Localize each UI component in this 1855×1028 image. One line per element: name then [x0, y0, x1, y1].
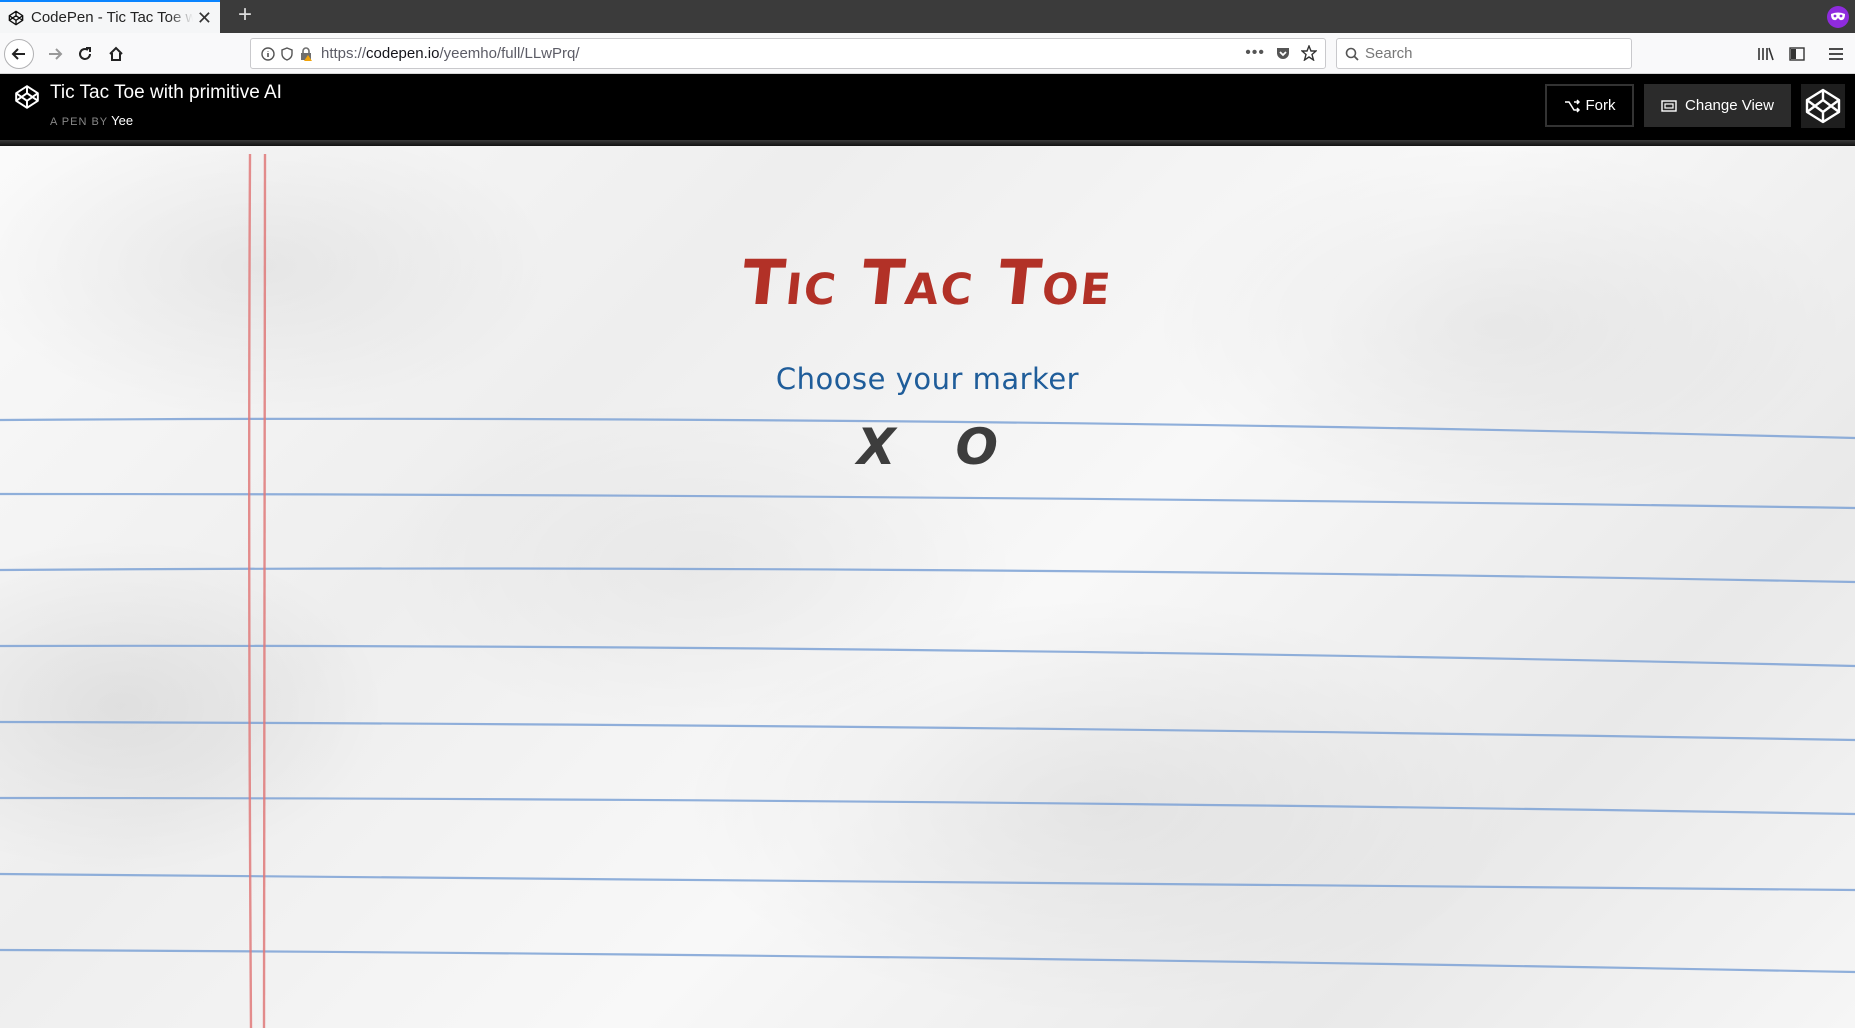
url-text[interactable]: https://codepen.io/yeemho/full/LLwPrq/: [321, 45, 580, 62]
game-title: Tic Tac Toe: [738, 246, 1117, 319]
pen-by-label: A PEN BY: [50, 116, 109, 128]
hamburger-menu-icon: [1829, 48, 1843, 60]
library-icon: [1758, 47, 1774, 61]
back-arrow-icon: [11, 48, 25, 60]
marker-o-button[interactable]: O: [950, 422, 1005, 472]
browser-tab-strip: CodePen - Tic Tac Toe with primitive AI …: [0, 0, 1855, 33]
marker-choices: X O: [0, 422, 1855, 472]
codepen-favicon-icon: [8, 10, 24, 25]
private-browsing-icon: [1827, 6, 1849, 28]
fork-icon: [1564, 98, 1580, 113]
codepen-header: Tic Tac Toe with primitive AI A PEN BY Ye…: [0, 74, 1855, 140]
forward-arrow-icon: [49, 48, 63, 60]
menu-button[interactable]: [1822, 40, 1850, 68]
reload-icon: [79, 47, 91, 60]
search-icon: [1345, 47, 1359, 61]
sidebar-button[interactable]: [1783, 40, 1811, 68]
home-icon: [109, 46, 123, 61]
forward-button[interactable]: [40, 39, 70, 69]
close-tab-icon[interactable]: ✕: [197, 9, 212, 27]
home-button[interactable]: [101, 39, 131, 69]
marker-x-button[interactable]: X: [851, 422, 902, 472]
page-actions-icon[interactable]: •••: [1245, 44, 1265, 62]
author-link[interactable]: Yee: [111, 113, 133, 128]
fork-button[interactable]: Fork: [1545, 84, 1634, 127]
sidebar-icon: [1789, 47, 1805, 61]
back-button[interactable]: [4, 39, 34, 69]
search-bar[interactable]: [1336, 38, 1632, 69]
change-view-icon: [1661, 99, 1677, 112]
pocket-icon[interactable]: [1275, 45, 1291, 61]
tab-title: CodePen - Tic Tac Toe with primitive AI: [31, 9, 193, 26]
tracking-shield-icon[interactable]: [281, 46, 293, 61]
user-avatar[interactable]: [1801, 84, 1845, 128]
browser-tab[interactable]: CodePen - Tic Tac Toe with primitive AI …: [0, 0, 220, 33]
info-icon[interactable]: [261, 46, 275, 61]
change-view-button[interactable]: Change View: [1644, 84, 1791, 127]
codepen-avatar-icon: [1805, 88, 1841, 124]
new-tab-button[interactable]: +: [232, 3, 258, 29]
browser-navbar: https://codepen.io/yeemho/full/LLwPrq/ •…: [0, 33, 1855, 74]
notebook-paper-area: Tic Tac Toe Choose your marker X O: [0, 146, 1855, 1028]
fork-label: Fork: [1585, 97, 1616, 114]
address-bar[interactable]: https://codepen.io/yeemho/full/LLwPrq/ •…: [250, 38, 1326, 69]
reload-button[interactable]: [70, 39, 100, 69]
change-view-label: Change View: [1685, 97, 1774, 114]
codepen-logo-icon[interactable]: [14, 84, 40, 110]
pen-author-line: A PEN BY Yee: [50, 113, 133, 128]
bookmark-star-icon[interactable]: [1301, 45, 1317, 61]
library-button[interactable]: [1752, 40, 1780, 68]
choose-marker-prompt: Choose your marker: [775, 362, 1080, 396]
search-input[interactable]: [1365, 45, 1615, 62]
pen-title[interactable]: Tic Tac Toe with primitive AI: [50, 82, 282, 104]
lock-warning-icon[interactable]: [299, 46, 313, 61]
